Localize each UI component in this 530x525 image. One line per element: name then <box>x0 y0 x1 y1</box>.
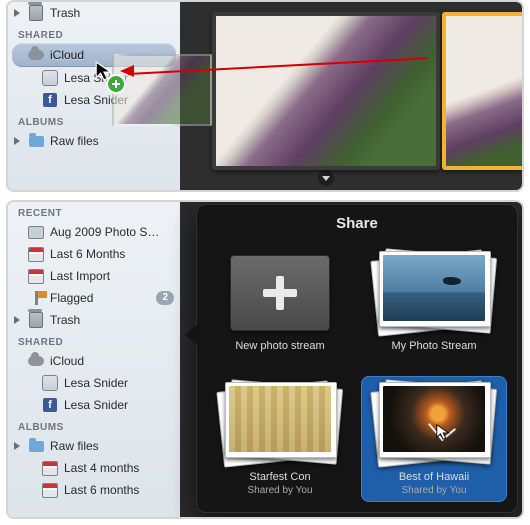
card-caption: My Photo Stream <box>392 339 477 353</box>
share-popover: Share New photo stream My Photo Stream <box>196 204 518 513</box>
sidebar-item-lesa-1[interactable]: Lesa Snider <box>8 372 180 394</box>
trash-icon <box>28 5 44 21</box>
sidebar-label: Trash <box>50 313 80 327</box>
share-card-mystream[interactable]: My Photo Stream <box>361 245 507 368</box>
sidebar-label: Raw files <box>50 439 99 453</box>
photo-stack <box>374 382 494 464</box>
thumb-ocean <box>383 255 485 321</box>
sidebar-label: Trash <box>50 6 80 20</box>
disclosure-icon[interactable] <box>14 9 20 17</box>
photo-thumbnail[interactable] <box>212 12 440 170</box>
calendar-icon <box>28 246 44 262</box>
sidebar-item-trash[interactable]: Trash <box>8 2 180 24</box>
sidebar-label: Flagged <box>50 291 93 305</box>
new-photo-stream-tile[interactable] <box>230 255 330 331</box>
cloud-icon <box>28 353 44 369</box>
disclosure-icon[interactable] <box>14 137 20 145</box>
event-icon <box>28 224 44 240</box>
folder-icon <box>28 438 44 454</box>
sidebar-label: Raw files <box>50 134 99 148</box>
share-card-hawaii[interactable]: Best of Hawaii Shared by You <box>361 376 507 502</box>
share-area: Share New photo stream My Photo Stream <box>180 202 522 517</box>
photo-thumbnail-selected[interactable] <box>442 12 524 170</box>
sidebar-label: Last 4 months <box>64 461 139 475</box>
sidebar-bottom: Recent Aug 2009 Photo S… Last 6 Months L… <box>8 202 181 517</box>
count-badge: 2 <box>156 291 174 305</box>
card-title: Best of Hawaii <box>399 471 469 483</box>
share-title: Share <box>197 205 517 238</box>
share-grid: New photo stream My Photo Stream <box>207 245 507 502</box>
sidebar-item-last6[interactable]: Last 6 Months <box>8 243 180 265</box>
bottom-panel: Recent Aug 2009 Photo S… Last 6 Months L… <box>6 200 524 519</box>
section-head-recent: Recent <box>8 202 180 221</box>
trash-icon <box>28 312 44 328</box>
sidebar-label: Last 6 Months <box>50 247 125 261</box>
plus-icon <box>263 276 297 310</box>
card-subtitle: Shared by You <box>399 484 469 498</box>
sidebar-label: iCloud <box>50 48 84 62</box>
sidebar-item-trash[interactable]: Trash <box>8 309 180 331</box>
cloud-icon <box>28 47 44 63</box>
section-head-albums: Albums <box>8 416 180 435</box>
sidebar-label: Last Import <box>50 269 110 283</box>
scroll-down-icon[interactable] <box>318 170 334 186</box>
card-title: Starfest Con <box>249 471 310 483</box>
card-caption: New photo stream <box>235 339 324 353</box>
section-head-shared: Shared <box>8 24 180 43</box>
sidebar-label: iCloud <box>50 354 84 368</box>
disclosure-icon[interactable] <box>14 442 20 450</box>
sidebar-item-last6b[interactable]: Last 6 months <box>8 479 180 501</box>
sidebar-label: Aug 2009 Photo S… <box>50 225 159 239</box>
drag-add-badge-icon <box>106 74 126 94</box>
card-caption: Best of Hawaii Shared by You <box>399 470 469 498</box>
sidebar-item-flagged[interactable]: Flagged 2 <box>8 287 180 309</box>
sidebar-item-icloud[interactable]: iCloud <box>8 350 180 372</box>
share-card-new[interactable]: New photo stream <box>207 245 353 368</box>
sidebar-item-lastimport[interactable]: Last Import <box>8 265 180 287</box>
popover-arrow-icon <box>185 323 199 347</box>
sidebar-item-last4[interactable]: Last 4 months <box>8 457 180 479</box>
facebook-icon: f <box>42 397 58 413</box>
sidebar-label: Lesa Snider <box>64 376 128 390</box>
calendar-icon <box>42 460 58 476</box>
thumb-store <box>229 386 331 452</box>
person-icon <box>42 375 58 391</box>
photo-stack <box>220 382 340 464</box>
facebook-icon: f <box>42 92 58 108</box>
top-panel: Trash Shared iCloud Lesa Snider f Lesa S… <box>6 0 524 192</box>
sidebar-item-raw[interactable]: Raw files <box>8 435 180 457</box>
cursor-icon <box>435 422 453 442</box>
flag-icon <box>28 290 44 306</box>
photo-grid-top <box>180 2 522 190</box>
sidebar-item-lesa-2[interactable]: f Lesa Snider <box>8 394 180 416</box>
calendar-icon <box>28 268 44 284</box>
sidebar-label: Lesa Snider <box>64 398 128 412</box>
section-head-shared: Shared <box>8 331 180 350</box>
sidebar-item-raw[interactable]: Raw files <box>8 130 180 152</box>
folder-icon <box>28 133 44 149</box>
calendar-icon <box>42 482 58 498</box>
photo-stack <box>374 251 494 333</box>
card-subtitle: Shared by You <box>247 484 312 498</box>
person-icon <box>42 70 58 86</box>
share-card-starfest[interactable]: Starfest Con Shared by You <box>207 376 353 502</box>
card-caption: Starfest Con Shared by You <box>247 470 312 498</box>
sidebar-label: Last 6 months <box>64 483 139 497</box>
sidebar-item-aug2009[interactable]: Aug 2009 Photo S… <box>8 221 180 243</box>
thumb-volcano <box>383 386 485 452</box>
disclosure-icon[interactable] <box>14 316 20 324</box>
